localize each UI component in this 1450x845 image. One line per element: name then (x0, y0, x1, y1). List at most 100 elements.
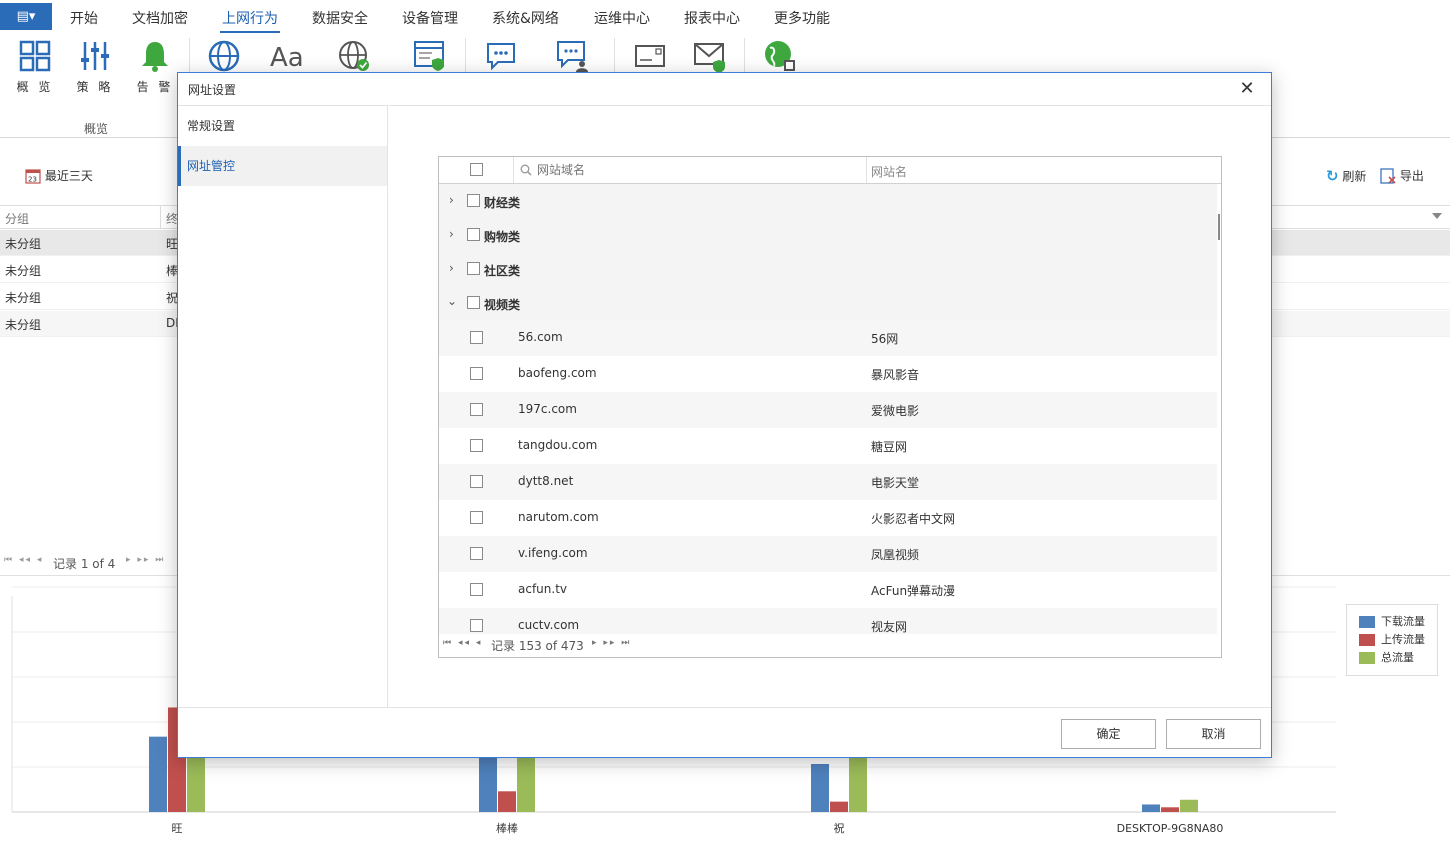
category-checkbox[interactable] (467, 194, 480, 207)
category-row-community[interactable]: › 社区类 (439, 252, 1217, 286)
tab-internet-behavior[interactable]: 上网行为 (220, 8, 280, 33)
row-checkbox[interactable] (470, 583, 483, 596)
url-row[interactable]: narutom.com 火影忍者中文网 (439, 500, 1217, 536)
category-checkbox[interactable] (467, 262, 480, 275)
export-icon (1380, 167, 1396, 184)
nav-url-control[interactable]: 网址管控 (178, 146, 387, 186)
chart-bar (1180, 799, 1198, 812)
chevron-down-icon[interactable]: ⌄ (447, 294, 457, 308)
tab-doc-encrypt[interactable]: 文档加密 (132, 8, 188, 28)
cancel-button[interactable]: 取消 (1166, 719, 1261, 749)
url-domain: 197c.com (518, 402, 577, 416)
url-row[interactable]: 56.com 56网 (439, 320, 1217, 356)
pager-label: 记录 1 of 4 (53, 557, 116, 571)
url-domain: tangdou.com (518, 438, 598, 452)
row-checkbox[interactable] (470, 511, 483, 524)
chevron-right-icon[interactable]: › (449, 227, 454, 241)
tab-more-functions[interactable]: 更多功能 (774, 8, 830, 28)
overview-button[interactable]: 概 览 (15, 38, 55, 94)
row-checkbox[interactable] (470, 367, 483, 380)
legend-label: 总流量 (1381, 651, 1414, 664)
url-row[interactable]: baofeng.com 暴风影音 (439, 356, 1217, 392)
chevron-right-icon[interactable]: › (449, 193, 454, 207)
scrollbar-thumb[interactable] (1218, 214, 1220, 240)
close-icon[interactable]: ✕ (1237, 79, 1257, 99)
row-checkbox[interactable] (470, 547, 483, 560)
ok-button[interactable]: 确定 (1061, 719, 1156, 749)
url-site-name: 火影忍者中文网 (871, 512, 956, 526)
tab-data-security[interactable]: 数据安全 (312, 8, 368, 28)
nav-general-settings[interactable]: 常规设置 (178, 106, 387, 146)
row-checkbox[interactable] (470, 403, 483, 416)
row-checkbox[interactable] (470, 439, 483, 452)
row-group: 未分组 (5, 237, 42, 251)
tab-system-network[interactable]: 系统&网络 (492, 8, 559, 28)
table-scrollbar[interactable] (1217, 184, 1221, 634)
url-site-name: 糖豆网 (871, 440, 908, 454)
policy-button[interactable]: 策 略 (75, 38, 115, 94)
calendar-icon: 23 (25, 168, 41, 184)
chart-bar (1142, 804, 1160, 812)
pager-first-prev-icons[interactable]: ⏮ ◂◂ ◂ (4, 555, 43, 565)
select-all-checkbox[interactable] (470, 163, 483, 176)
chart-bar (149, 736, 167, 812)
chart-bar (830, 801, 848, 812)
menu-bar: ▤▾ 开始 文档加密 上网行为 数据安全 设备管理 系统&网络 运维中心 报表中… (0, 0, 1450, 34)
url-row[interactable]: cuctv.com 视友网 (439, 608, 1217, 634)
row-checkbox[interactable] (470, 475, 483, 488)
url-site-name: 视友网 (871, 620, 908, 634)
url-row[interactable]: dytt8.net 电影天堂 (439, 464, 1217, 500)
url-domain: narutom.com (518, 510, 599, 524)
refresh-button[interactable]: ↻ 刷新 (1326, 167, 1366, 185)
category-label: 购物类 (484, 230, 521, 244)
url-row[interactable]: acfun.tv AcFun弹幕动漫 (439, 572, 1217, 608)
category-checkbox[interactable] (467, 228, 480, 241)
alert-button[interactable]: 告 警 (135, 38, 175, 94)
column-header-group[interactable]: 分组 (5, 210, 29, 227)
refresh-label: 刷新 (1342, 169, 1367, 184)
pager-next-last-icons[interactable]: ▸ ▸▸ ⏭ (126, 555, 165, 565)
pager-next-last-icons[interactable]: ▸ ▸▸ ⏭ (592, 638, 631, 648)
category-row-shopping[interactable]: › 购物类 (439, 218, 1217, 252)
row-group: 未分组 (5, 291, 42, 305)
date-filter[interactable]: 23 最近三天 (25, 167, 93, 184)
dialog-main: 网站名 › 财经类 › 购物类 › 社区类 (389, 105, 1271, 707)
url-site-name: AcFun弹幕动漫 (871, 584, 956, 598)
background-pager: ⏮ ◂◂ ◂ 记录 1 of 4 ▸ ▸▸ ⏭ (0, 555, 180, 571)
domain-search-input[interactable] (537, 161, 857, 179)
chevron-right-icon[interactable]: › (449, 261, 454, 275)
row-checkbox[interactable] (470, 619, 483, 632)
tab-device-mgmt[interactable]: 设备管理 (402, 8, 458, 28)
svg-text:Aa: Aa (270, 43, 304, 73)
url-site-name: 暴风影音 (871, 368, 920, 382)
url-site-name: 凤凰视频 (871, 548, 920, 562)
column-header-site-name[interactable]: 网站名 (871, 163, 907, 180)
pager-first-prev-icons[interactable]: ⏮ ◂◂ ◂ (443, 638, 482, 648)
category-row-finance[interactable]: › 财经类 (439, 184, 1217, 218)
font-icon: Aa (270, 43, 304, 73)
app-menu-button[interactable]: ▤▾ (0, 3, 52, 30)
tab-start[interactable]: 开始 (70, 8, 98, 28)
search-icon (520, 164, 532, 176)
url-row[interactable]: v.ifeng.com 凤凰视频 (439, 536, 1217, 572)
url-domain: v.ifeng.com (518, 546, 588, 560)
mail-check-icon (694, 43, 725, 73)
row-group: 未分组 (5, 318, 42, 332)
ribbon-group-label: 概览 (83, 122, 108, 136)
table-header: 网站名 (439, 157, 1221, 184)
url-domain: dytt8.net (518, 474, 574, 488)
category-checkbox[interactable] (467, 296, 480, 309)
tab-report-center[interactable]: 报表中心 (684, 8, 740, 28)
tab-ops-center[interactable]: 运维中心 (594, 8, 650, 28)
category-row-video[interactable]: ⌄ 视频类 (439, 286, 1217, 320)
envelope-icon (635, 45, 665, 67)
url-row[interactable]: tangdou.com 糖豆网 (439, 428, 1217, 464)
export-button[interactable]: 导出 (1380, 167, 1424, 184)
url-row[interactable]: 197c.com 爱微电影 (439, 392, 1217, 428)
dialog-sidebar: 常规设置 网址管控 (178, 105, 388, 707)
table-pager: ⏮ ◂◂ ◂ 记录 153 of 473 ▸ ▸▸ ⏭ (439, 634, 1221, 657)
row-checkbox[interactable] (470, 331, 483, 344)
chevron-down-icon[interactable] (1432, 213, 1442, 219)
url-domain: baofeng.com (518, 366, 597, 380)
legend-item: 总流量 (1359, 649, 1414, 664)
